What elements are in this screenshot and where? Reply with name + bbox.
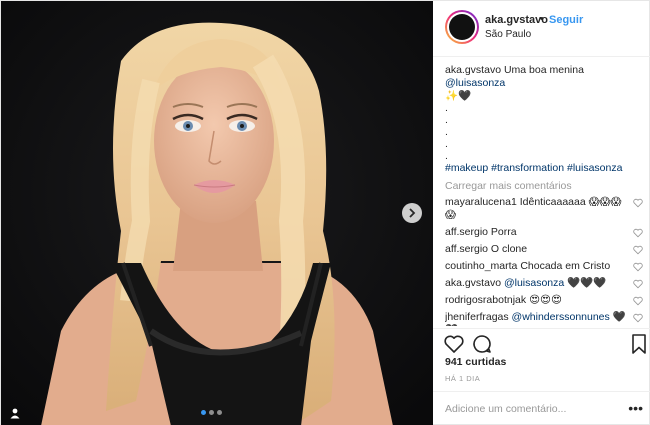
instagram-post: aka.gvstavo • Seguir São Paulo aka.gvsta… [0, 0, 650, 425]
next-photo-button[interactable] [402, 203, 422, 223]
caption-dot: . [445, 150, 448, 162]
avatar-image [449, 14, 475, 40]
post-caption: aka.gvstavo Uma boa menina @luisasonza ✨… [445, 64, 645, 174]
comment-item: coutinho_marta Chocada em Cristo [445, 260, 645, 273]
caption-username[interactable]: aka.gvstavo [445, 64, 501, 76]
carousel-dot[interactable] [217, 410, 222, 415]
comment-username[interactable]: mayaralucena1 [445, 196, 517, 208]
post-header: aka.gvstavo • Seguir São Paulo [433, 1, 650, 57]
heart-icon[interactable] [633, 279, 643, 289]
comment-username[interactable]: aff.sergio [445, 243, 488, 255]
avatar[interactable] [445, 10, 479, 44]
heart-icon[interactable] [633, 296, 643, 306]
comment-text: 😍😍😍 [529, 294, 562, 306]
comment-item: rodrigosrabotnjak 😍😍😍 [445, 294, 645, 307]
comment-text: Chocada em Cristo [520, 260, 611, 272]
caption-hashtags[interactable]: #makeup #transformation #luisasonza [445, 162, 645, 174]
header-separator: • [540, 13, 544, 25]
caption-emoji: ✨🖤 [445, 90, 472, 102]
author-username[interactable]: aka.gvstavo [485, 14, 548, 26]
comment-item: jheniferfragas @whinderssonnunes 🖤🖤 [445, 311, 645, 326]
heart-icon[interactable] [633, 228, 643, 238]
caption-text: Uma boa menina [503, 64, 584, 76]
heart-icon[interactable] [633, 198, 643, 208]
heart-icon[interactable] [633, 262, 643, 272]
caption-dot: . [445, 126, 448, 138]
comment-mention[interactable]: @luisasonza [504, 277, 564, 289]
caption-dot: . [445, 114, 448, 126]
caption-dot: . [445, 138, 448, 150]
comment-text: O clone [490, 243, 528, 255]
comment-mention[interactable]: @whinderssonnunes [512, 311, 610, 323]
avatar-ring [447, 12, 477, 42]
more-options-icon[interactable]: ••• [628, 401, 643, 415]
post-photo[interactable] [1, 1, 433, 425]
post-actions [433, 328, 650, 358]
likes-count[interactable]: 941 curtidas [445, 356, 506, 368]
comment-username[interactable]: aff.sergio [445, 226, 488, 238]
comment-username[interactable]: jheniferfragas [445, 311, 509, 323]
caption-mention[interactable]: @luisasonza [445, 77, 505, 89]
carousel-dot[interactable] [209, 410, 214, 415]
heart-icon[interactable] [633, 313, 643, 323]
add-comment-input[interactable] [445, 401, 615, 417]
carousel-dots [201, 410, 222, 415]
caption-dot: . [445, 102, 448, 114]
comment-icon[interactable] [471, 333, 493, 355]
carousel-dot[interactable] [201, 410, 206, 415]
chevron-right-icon [409, 208, 416, 218]
comment-item: aff.sergio O clone [445, 243, 645, 256]
post-side-panel: aka.gvstavo • Seguir São Paulo aka.gvsta… [433, 1, 650, 425]
bookmark-icon[interactable] [631, 333, 647, 355]
heart-icon[interactable] [443, 333, 465, 355]
comment-item: mayaralucena1 Idênticaaaaaa 😱😱😱 😱 [445, 196, 645, 222]
post-location[interactable]: São Paulo [485, 29, 531, 40]
post-timestamp[interactable]: HÁ 1 DIA [445, 374, 480, 383]
user-tag-icon[interactable] [9, 407, 21, 419]
portrait-image [1, 1, 433, 425]
comment-item: aka.gvstavo @luisasonza 🖤🖤🖤 [445, 277, 645, 290]
comments-section[interactable]: aka.gvstavo Uma boa menina @luisasonza ✨… [445, 64, 645, 326]
comment-text: 🖤🖤🖤 [567, 277, 607, 289]
comment-item: aff.sergio Porra [445, 226, 645, 239]
comment-text: Porra [490, 226, 517, 238]
follow-button[interactable]: Seguir [549, 14, 583, 26]
add-comment-bar: ••• [433, 391, 650, 425]
comment-username[interactable]: aka.gvstavo [445, 277, 501, 289]
comment-username[interactable]: rodrigosrabotnjak [445, 294, 526, 306]
heart-icon[interactable] [633, 245, 643, 255]
load-more-comments[interactable]: Carregar mais comentários [445, 180, 645, 192]
comment-username[interactable]: coutinho_marta [445, 260, 517, 272]
